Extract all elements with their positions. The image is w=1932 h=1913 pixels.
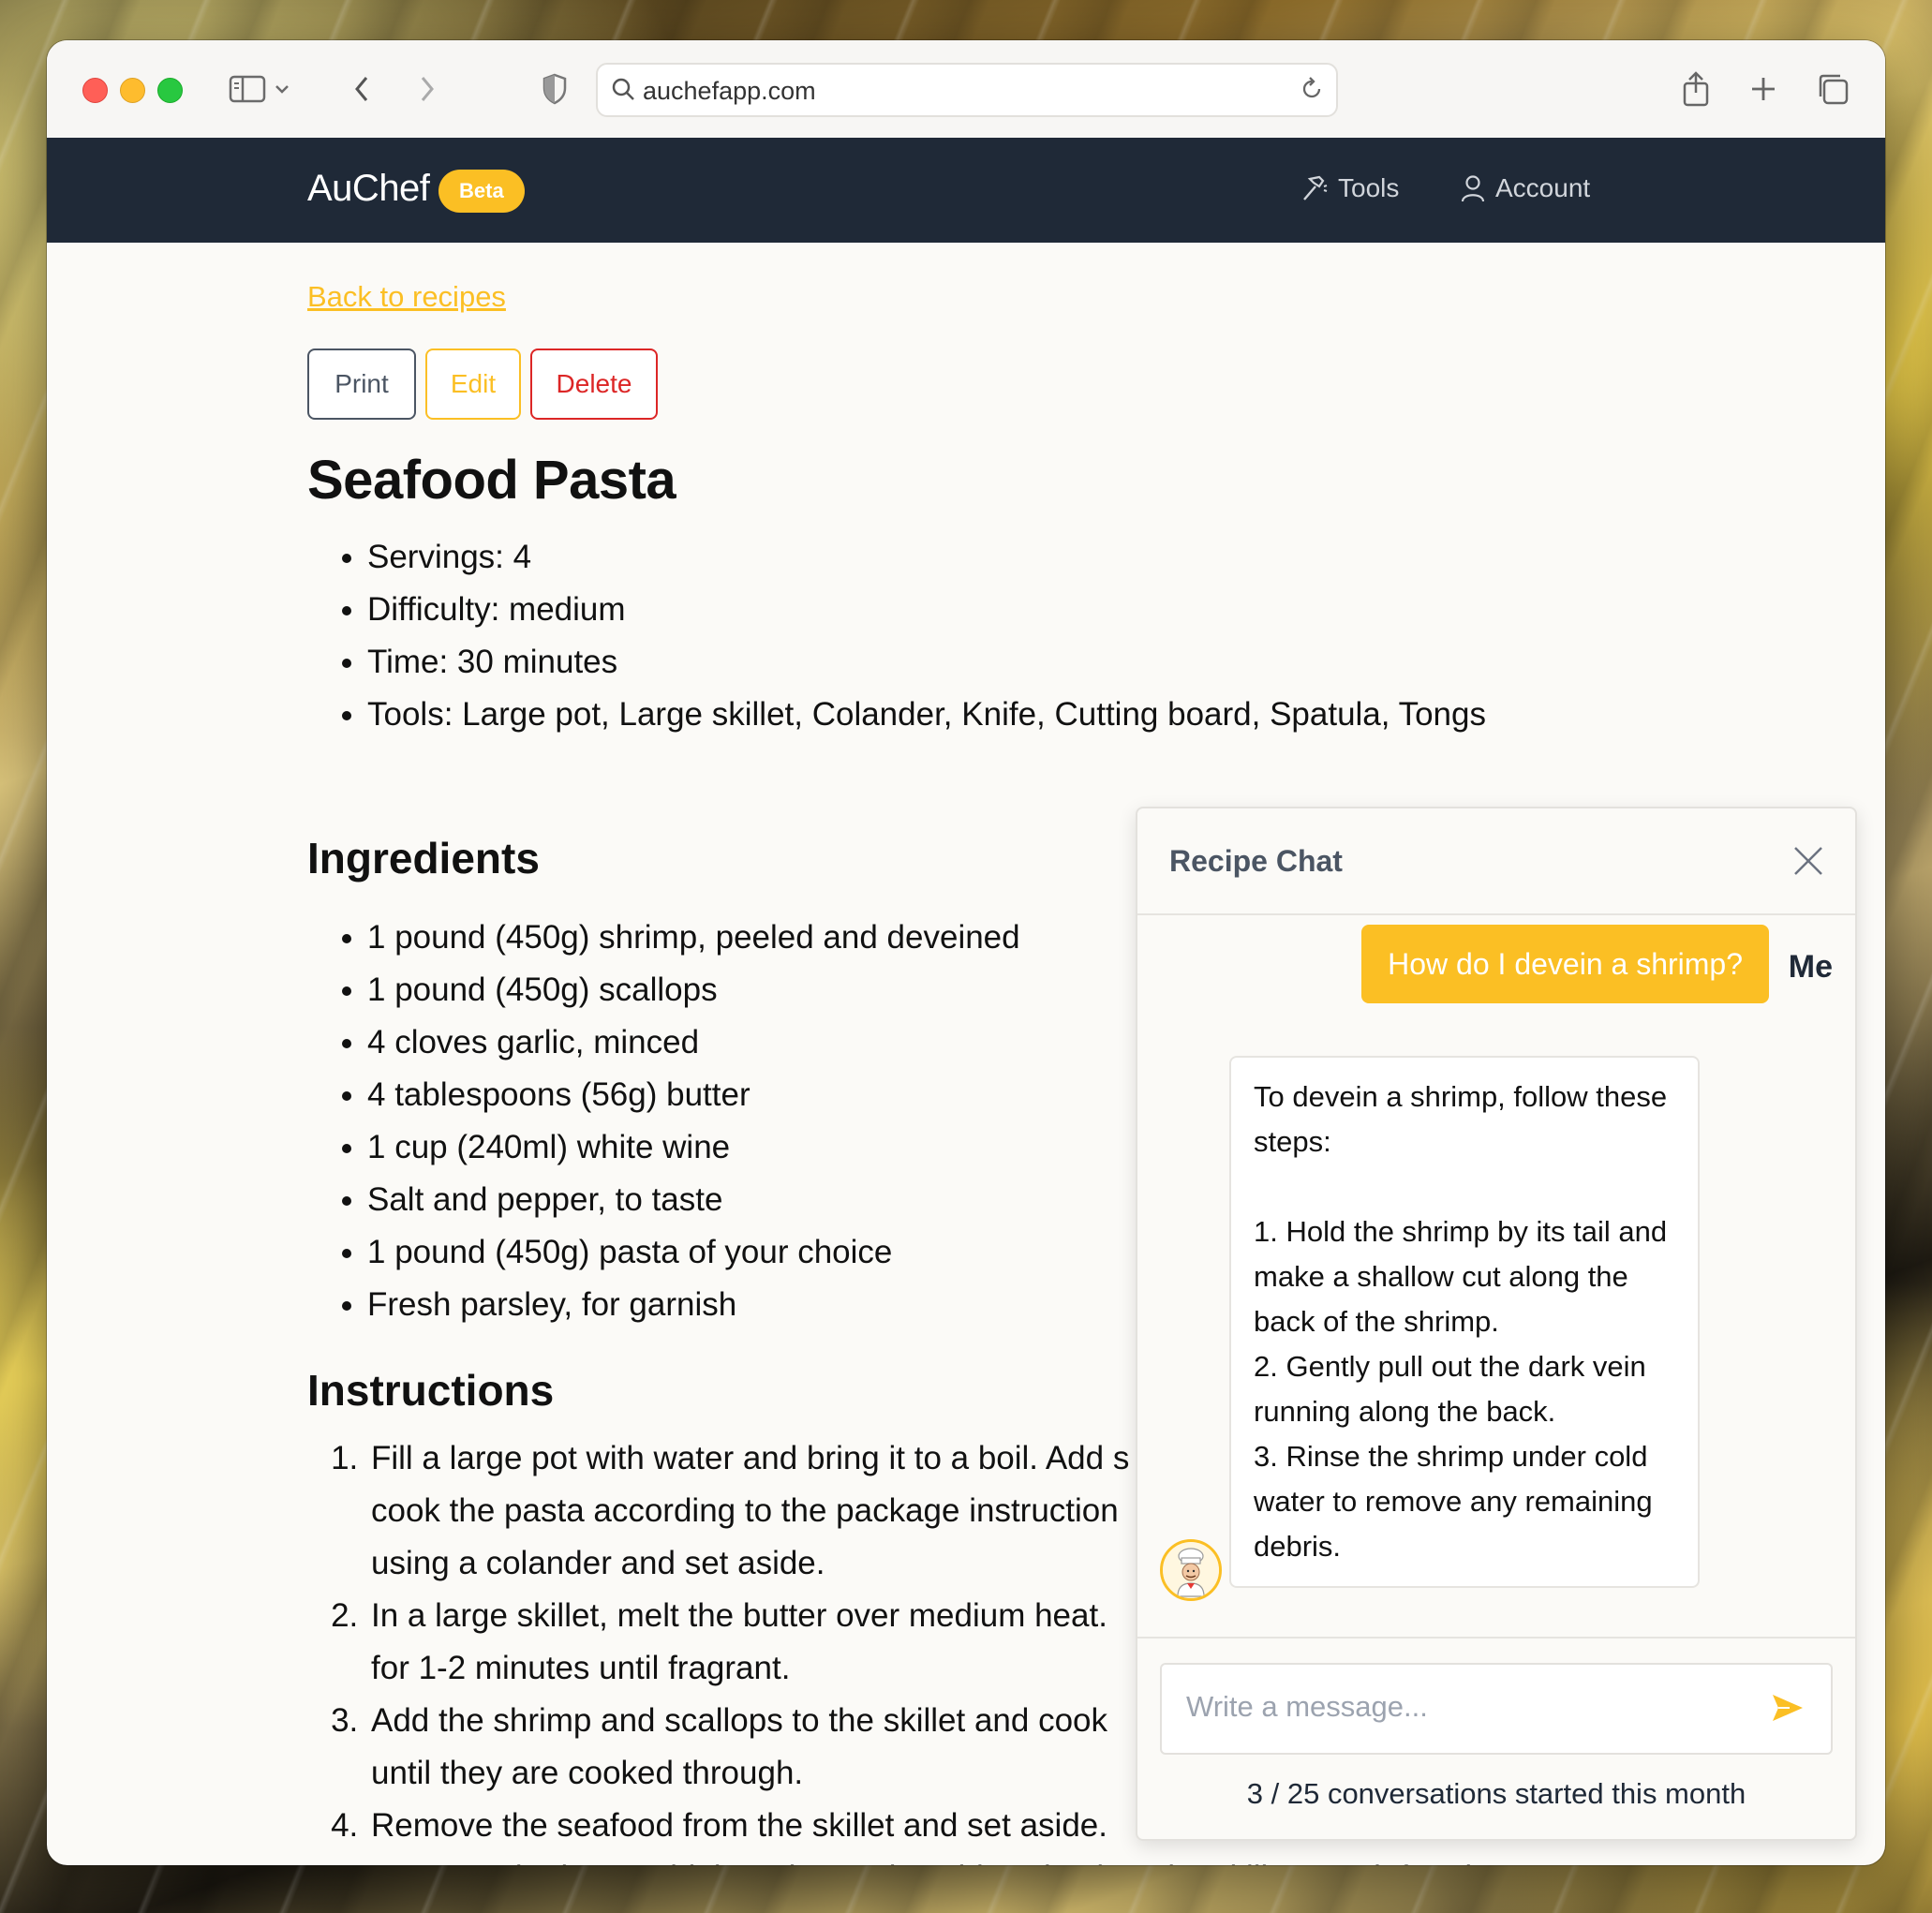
ingredient-item: 1 pound (450g) shrimp, peeled and devein… xyxy=(367,912,1020,964)
recipe-title: Seafood Pasta xyxy=(307,450,676,511)
close-window-button[interactable] xyxy=(82,78,108,103)
user-label: Me xyxy=(1788,949,1833,985)
url-text: auchefapp.com xyxy=(643,77,816,105)
ingredients-heading: Ingredients xyxy=(307,834,540,882)
meta-difficulty: Difficulty: medium xyxy=(367,584,1486,636)
back-to-recipes-link[interactable]: Back to recipes xyxy=(307,280,506,314)
nav-tools-label: Tools xyxy=(1338,173,1400,202)
sidebar-icon[interactable] xyxy=(227,68,268,110)
delete-button[interactable]: Delete xyxy=(530,348,658,420)
chevron-right-icon[interactable] xyxy=(407,68,448,110)
chef-icon xyxy=(1163,1542,1219,1598)
brand-logo[interactable]: AuChef xyxy=(307,168,430,210)
ingredient-item: 4 tablespoons (56g) butter xyxy=(367,1069,1020,1121)
plus-icon[interactable] xyxy=(1743,68,1784,110)
instruction-line: cook the pasta according to the package … xyxy=(371,1492,1119,1529)
ingredients-list: 1 pound (450g) shrimp, peeled and devein… xyxy=(307,912,1020,1331)
share-icon[interactable] xyxy=(1675,68,1717,110)
maximize-window-button[interactable] xyxy=(157,78,183,103)
user-icon xyxy=(1461,175,1485,202)
beta-badge: Beta xyxy=(438,170,525,213)
assistant-message-bubble: To devein a shrimp, follow these steps: … xyxy=(1229,1056,1700,1588)
chevron-down-icon[interactable] xyxy=(268,68,296,110)
ingredient-item: 1 pound (450g) pasta of your choice xyxy=(367,1226,1020,1279)
chat-title: Recipe Chat xyxy=(1169,844,1343,878)
instruction-line: until they are cooked through. xyxy=(371,1755,804,1791)
chef-avatar xyxy=(1160,1539,1222,1601)
instruction-line: In a large skillet, melt the butter over… xyxy=(371,1597,1107,1634)
nav-account-label: Account xyxy=(1495,173,1591,202)
edit-button[interactable]: Edit xyxy=(425,348,521,420)
instruction-line: Fill a large pot with water and bring it… xyxy=(371,1440,1130,1476)
recipe-meta-list: Servings: 4 Difficulty: medium Time: 30 … xyxy=(307,531,1486,741)
print-button[interactable]: Print xyxy=(307,348,416,420)
instruction-step: Increase the heat to high and pour the w… xyxy=(367,1852,1642,1865)
nav-account-link[interactable]: Account xyxy=(1460,173,1590,203)
ingredient-item: 1 pound (450g) scallops xyxy=(367,964,1020,1016)
search-icon xyxy=(612,78,634,100)
browser-toolbar: auchefapp.com xyxy=(47,40,1885,139)
chat-message-field[interactable] xyxy=(1160,1663,1833,1755)
ingredient-item: Fresh parsley, for garnish xyxy=(367,1279,1020,1331)
meta-time: Time: 30 minutes xyxy=(367,636,1486,689)
close-icon[interactable] xyxy=(1790,842,1827,880)
ingredient-item: Salt and pepper, to taste xyxy=(367,1174,1020,1226)
recipe-chat-panel: Recipe Chat How do I devein a shrimp? Me… xyxy=(1136,807,1857,1841)
conversation-quota: 3 / 25 conversations started this month xyxy=(1246,1777,1746,1810)
instruction-line: for 1-2 minutes until fragrant. xyxy=(371,1650,791,1686)
meta-tools: Tools: Large pot, Large skillet, Colande… xyxy=(367,689,1486,741)
reload-icon[interactable] xyxy=(1299,76,1325,102)
chevron-left-icon[interactable] xyxy=(341,68,382,110)
chat-message-input[interactable] xyxy=(1184,1689,1750,1725)
chat-header: Recipe Chat xyxy=(1137,808,1855,915)
minimize-window-button[interactable] xyxy=(120,78,145,103)
address-bar[interactable]: auchefapp.com xyxy=(596,63,1338,117)
hammer-icon xyxy=(1303,175,1328,200)
user-message-bubble: How do I devein a shrimp? xyxy=(1361,925,1769,1003)
shield-icon[interactable] xyxy=(534,68,575,110)
nav-tools-link[interactable]: Tools xyxy=(1299,173,1399,203)
instruction-line: Add the shrimp and scallops to the skill… xyxy=(371,1702,1107,1739)
chat-divider xyxy=(1137,1637,1855,1639)
tabs-icon[interactable] xyxy=(1812,68,1853,110)
ingredient-item: 1 cup (240ml) white wine xyxy=(367,1121,1020,1174)
ingredient-item: 4 cloves garlic, minced xyxy=(367,1016,1020,1069)
send-icon[interactable] xyxy=(1769,1689,1806,1727)
browser-window: auchefapp.com AuChef Beta Tools Account … xyxy=(47,40,1885,1865)
instructions-heading: Instructions xyxy=(307,1366,555,1415)
instruction-line: using a colander and set aside. xyxy=(371,1545,825,1581)
app-header: AuChef Beta Tools Account xyxy=(47,138,1885,243)
meta-servings: Servings: 4 xyxy=(367,531,1486,584)
